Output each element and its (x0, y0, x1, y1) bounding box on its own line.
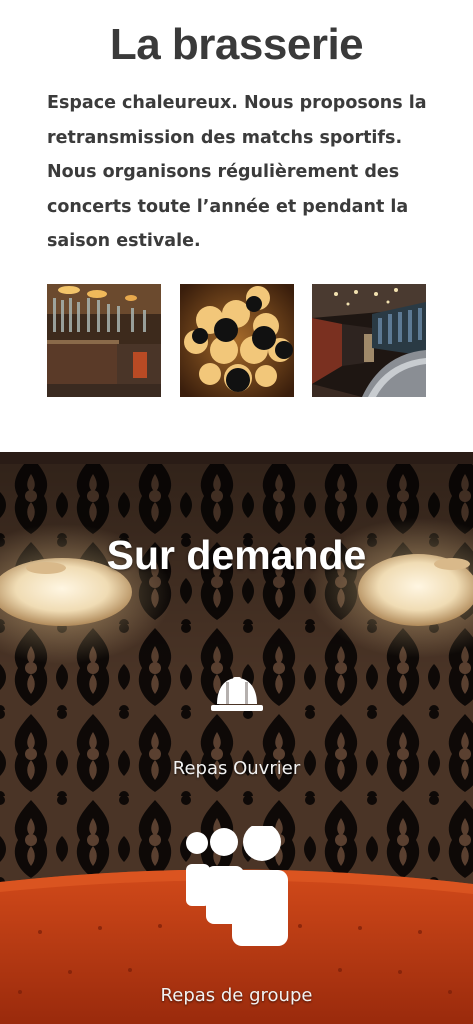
hard-hat-icon[interactable] (211, 674, 263, 714)
service-label-repas-ouvrier[interactable]: Repas Ouvrier (0, 758, 473, 779)
brasserie-dining-room-photo (312, 284, 426, 397)
group-people-icon[interactable] (184, 826, 290, 946)
spherical-lamp-photo (180, 284, 294, 397)
section-description: Espace chaleureux. Nous proposons la ret… (47, 93, 427, 251)
gallery-thumbnail-bar[interactable] (47, 284, 161, 397)
gallery-thumbnail-dining-room[interactable] (312, 284, 426, 397)
section-title: La brasserie (109, 20, 364, 69)
on-demand-heading: Sur demande (106, 532, 367, 578)
service-label-repas-de-groupe[interactable]: Repas de groupe (0, 985, 473, 1006)
brasserie-section: La brasserie Espace chaleureux. Nous pro… (0, 0, 473, 452)
brasserie-bar-photo (47, 284, 161, 397)
on-demand-section: Sur demande Repas Ouvrier Repas de group… (0, 452, 473, 1024)
gallery-thumbnail-lamp[interactable] (180, 284, 294, 397)
